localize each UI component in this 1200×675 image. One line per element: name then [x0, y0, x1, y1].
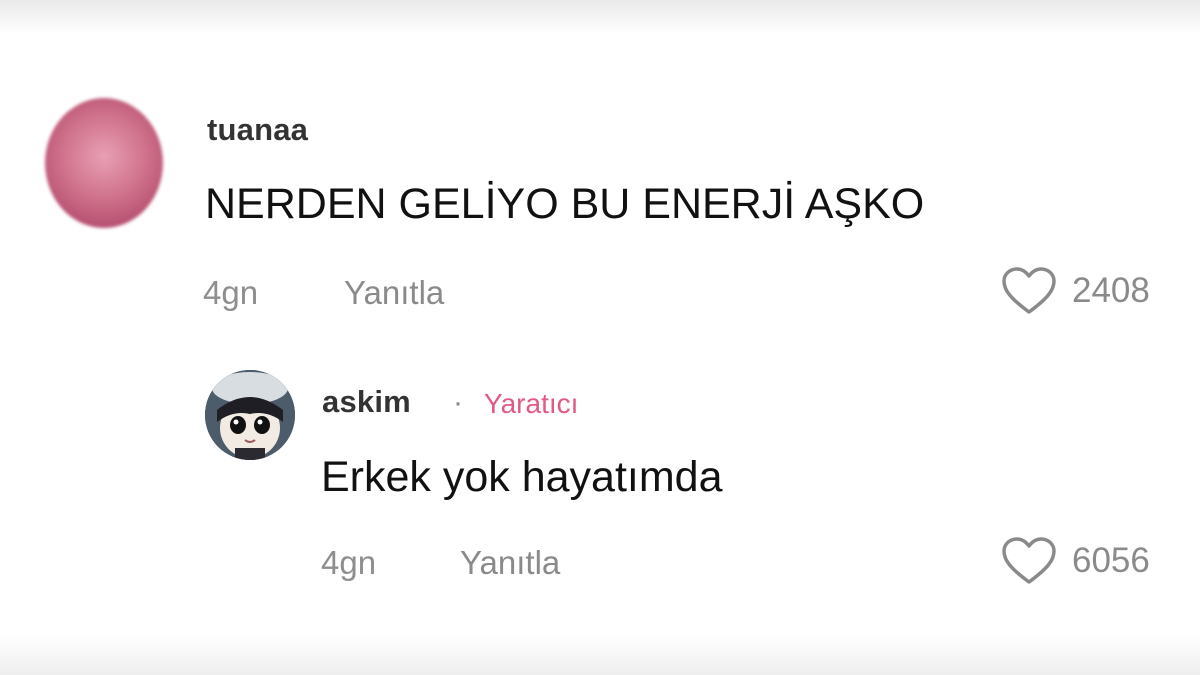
- reply-text: Erkek yok hayatımda: [321, 453, 723, 501]
- heart-icon: [1002, 267, 1056, 314]
- reply-button[interactable]: Yanıtla: [460, 544, 560, 582]
- avatar[interactable]: [45, 98, 163, 228]
- reply-username[interactable]: askim: [322, 384, 411, 420]
- heart-icon: [1002, 537, 1056, 584]
- reply-age: 4gn: [321, 544, 377, 581]
- reply-button[interactable]: Yanıtla: [344, 274, 444, 312]
- creator-badge: Yaratıcı: [484, 388, 579, 419]
- cartoon-girl-icon: [205, 370, 295, 460]
- like-count: 6056: [1072, 541, 1150, 580]
- like-count: 2408: [1072, 271, 1150, 310]
- comment-age: 4gn: [203, 274, 259, 311]
- like-button[interactable]: 6056: [1000, 536, 1150, 586]
- like-button[interactable]: 2408: [1000, 266, 1150, 316]
- comment-text: NERDEN GELİYO BU ENERJİ AŞKO: [205, 180, 925, 228]
- bottom-edge-shadow: [0, 635, 1200, 675]
- top-edge-shadow: [0, 0, 1200, 34]
- comment-username[interactable]: tuanaa: [207, 112, 308, 148]
- comment-thread: tuanaa NERDEN GELİYO BU ENERJİ AŞKO 4gn …: [0, 0, 1200, 675]
- avatar[interactable]: [205, 370, 295, 460]
- separator-dot: ·: [453, 386, 463, 419]
